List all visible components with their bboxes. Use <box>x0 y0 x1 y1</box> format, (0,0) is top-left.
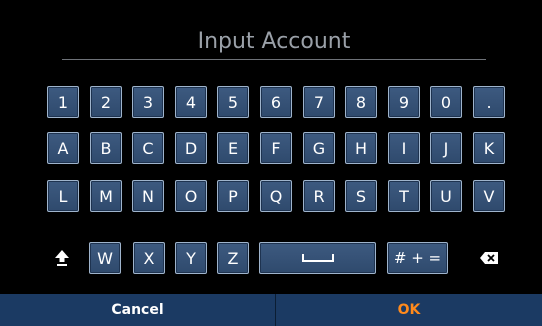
shift-arrow-icon <box>55 250 69 266</box>
key-0[interactable]: 0 <box>430 86 462 118</box>
key-S[interactable]: S <box>345 180 377 212</box>
key-Q[interactable]: Q <box>260 180 292 212</box>
key-J[interactable]: J <box>430 132 462 164</box>
key-2[interactable]: 2 <box>90 86 122 118</box>
bottom-bar: Cancel OK <box>0 294 542 326</box>
key-3[interactable]: 3 <box>132 86 164 118</box>
key-C[interactable]: C <box>132 132 164 164</box>
key-N[interactable]: N <box>132 180 164 212</box>
key-V[interactable]: V <box>473 180 505 212</box>
key-8[interactable]: 8 <box>345 86 377 118</box>
key-I[interactable]: I <box>388 132 420 164</box>
space-bar-icon <box>301 254 334 262</box>
shift-key[interactable] <box>46 242 78 274</box>
key-M[interactable]: M <box>90 180 122 212</box>
key-W[interactable]: W <box>89 242 121 274</box>
key-U[interactable]: U <box>430 180 462 212</box>
key-A[interactable]: A <box>47 132 79 164</box>
key-L[interactable]: L <box>47 180 79 212</box>
key-Z[interactable]: Z <box>217 242 249 274</box>
key-period[interactable]: . <box>473 86 505 118</box>
account-input-keyboard-screen: Input Account 1234567890.ABCDEFGHIJKLMNO… <box>0 0 542 326</box>
key-B[interactable]: B <box>90 132 122 164</box>
key-4[interactable]: 4 <box>175 86 207 118</box>
key-1[interactable]: 1 <box>47 86 79 118</box>
ok-button[interactable]: OK <box>276 294 542 326</box>
key-H[interactable]: H <box>345 132 377 164</box>
key-X[interactable]: X <box>133 242 165 274</box>
key-R[interactable]: R <box>303 180 335 212</box>
key-Y[interactable]: Y <box>175 242 207 274</box>
key-F[interactable]: F <box>260 132 292 164</box>
key-7[interactable]: 7 <box>303 86 335 118</box>
backspace-key[interactable] <box>473 242 505 274</box>
key-P[interactable]: P <box>217 180 249 212</box>
key-G[interactable]: G <box>303 132 335 164</box>
key-O[interactable]: O <box>175 180 207 212</box>
key-6[interactable]: 6 <box>260 86 292 118</box>
key-9[interactable]: 9 <box>388 86 420 118</box>
space-key[interactable] <box>259 242 376 274</box>
key-D[interactable]: D <box>175 132 207 164</box>
input-title: Input Account <box>62 24 486 60</box>
backspace-icon <box>480 252 498 264</box>
key-K[interactable]: K <box>473 132 505 164</box>
key-T[interactable]: T <box>388 180 420 212</box>
key-E[interactable]: E <box>217 132 249 164</box>
symbols-key[interactable]: # + = <box>387 242 448 274</box>
cancel-button[interactable]: Cancel <box>0 294 276 326</box>
key-5[interactable]: 5 <box>217 86 249 118</box>
